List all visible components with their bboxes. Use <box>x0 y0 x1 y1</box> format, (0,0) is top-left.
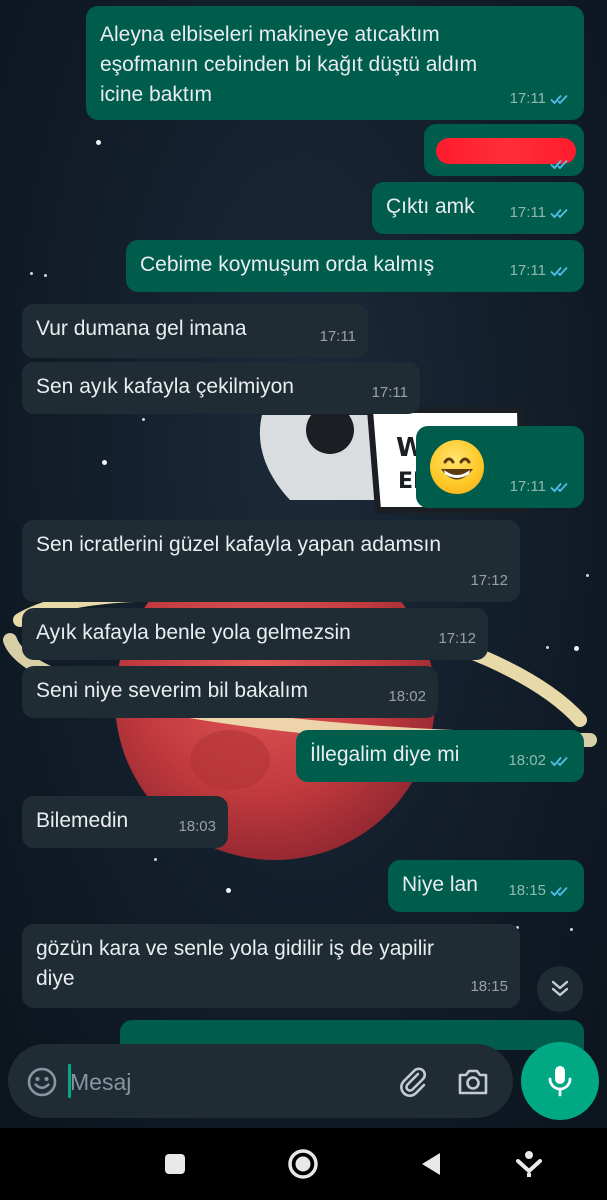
message-text: Niye lan <box>402 873 478 896</box>
message-text: Ayık kafayla benle yola gelmezsin <box>36 621 351 644</box>
message-meta: 17:11 <box>510 198 572 228</box>
home-icon <box>288 1149 318 1179</box>
camera-button[interactable] <box>452 1062 494 1102</box>
message-meta: 18:02 <box>388 682 426 712</box>
read-receipt-icon <box>550 208 568 219</box>
camera-icon <box>458 1069 488 1095</box>
message-time: 17:12 <box>438 630 476 647</box>
message-time: 17:12 <box>470 572 508 589</box>
message-text: İllegalim diye mi <box>310 743 460 766</box>
outgoing-message-emoji[interactable]: 17:11 <box>416 426 584 508</box>
message-text: Cebime koymuşum orda kalmış <box>140 253 435 276</box>
text-cursor <box>68 1064 71 1098</box>
message-text: Sen icratlerini güzel kafayla yapan adam… <box>36 533 442 556</box>
incoming-message[interactable]: Sen ayık kafayla çekilmiyon 17:11 <box>22 362 420 414</box>
message-input[interactable] <box>70 1062 370 1102</box>
assistant-button[interactable] <box>508 1144 550 1184</box>
message-text: Vur dumana gel imana <box>36 317 247 340</box>
message-meta: 18:02 <box>508 746 572 776</box>
read-receipt-icon <box>550 266 568 277</box>
incoming-message[interactable]: Vur dumana gel imana 17:11 <box>22 304 368 358</box>
message-text: gözün kara ve senle yola gidilir iş de y… <box>36 937 435 990</box>
outgoing-message[interactable]: Cebime koymuşum orda kalmış 17:11 <box>126 240 584 292</box>
message-time: 17:11 <box>509 478 546 495</box>
back-button[interactable] <box>412 1146 450 1182</box>
read-receipt-icon <box>550 94 568 105</box>
emoji-icon <box>27 1067 57 1097</box>
message-time: 18:02 <box>388 688 426 705</box>
voice-message-button[interactable] <box>521 1042 599 1120</box>
read-receipt-icon <box>550 159 568 170</box>
message-meta: 17:11 <box>372 378 408 408</box>
read-receipt-icon <box>550 482 568 493</box>
message-time: 18:03 <box>178 818 216 835</box>
emoji-button[interactable] <box>22 1062 62 1102</box>
message-text: Bilemedin <box>36 809 129 832</box>
message-meta: 17:12 <box>470 566 508 596</box>
double-chevron-down-icon <box>551 980 569 997</box>
message-meta <box>546 158 572 170</box>
assistant-icon <box>516 1151 542 1177</box>
message-time: 18:02 <box>508 752 546 769</box>
message-text: Aleyna elbiseleri makineye atıcaktım eşo… <box>100 23 478 106</box>
message-text: Seni niye severim bil bakalım <box>36 679 308 702</box>
paperclip-icon <box>400 1067 426 1097</box>
message-meta: 17:11 <box>510 256 572 286</box>
recent-apps-button[interactable] <box>156 1146 194 1182</box>
message-time: 17:11 <box>319 328 356 345</box>
scroll-to-bottom-button[interactable] <box>537 966 583 1012</box>
grinning-face-emoji-icon <box>430 440 484 494</box>
message-meta: 18:15 <box>470 972 508 1002</box>
recent-apps-icon <box>165 1154 185 1174</box>
read-receipt-icon <box>550 756 568 767</box>
chat-message-list[interactable]: Aleyna elbiseleri makineye atıcaktım eşo… <box>0 0 607 1050</box>
message-text: Sen ayık kafayla çekilmiyon <box>36 375 294 398</box>
message-time: 18:15 <box>470 978 508 995</box>
message-meta: 17:11 <box>510 472 572 502</box>
read-receipt-icon <box>550 886 568 897</box>
message-time: 17:11 <box>509 262 546 279</box>
outgoing-message-redacted[interactable] <box>424 124 584 176</box>
incoming-message[interactable]: gözün kara ve senle yola gidilir iş de y… <box>22 924 520 1008</box>
incoming-message[interactable]: Ayık kafayla benle yola gelmezsin 17:12 <box>22 608 488 660</box>
outgoing-message[interactable]: Aleyna elbiseleri makineye atıcaktım eşo… <box>86 6 584 120</box>
message-meta: 17:12 <box>438 624 476 654</box>
outgoing-message[interactable]: İllegalim diye mi 18:02 <box>296 730 584 782</box>
incoming-message[interactable]: Sen icratlerini güzel kafayla yapan adam… <box>22 520 520 602</box>
message-text: Çıktı amk <box>386 195 475 218</box>
message-time: 17:11 <box>371 384 408 401</box>
message-time: 17:11 <box>509 90 546 107</box>
message-meta: 17:11 <box>320 322 356 352</box>
incoming-message[interactable]: Bilemedin 18:03 <box>22 796 228 848</box>
message-meta: 18:15 <box>508 876 572 906</box>
microphone-icon <box>548 1066 572 1097</box>
back-icon <box>422 1153 440 1175</box>
system-navigation-bar <box>0 1128 607 1200</box>
outgoing-message[interactable]: Çıktı amk 17:11 <box>372 182 584 234</box>
home-button[interactable] <box>282 1144 324 1184</box>
incoming-message[interactable]: Seni niye severim bil bakalım 18:02 <box>22 666 438 718</box>
message-time: 17:11 <box>509 204 546 221</box>
message-meta: 18:03 <box>178 812 216 842</box>
message-meta: 17:11 <box>510 84 572 114</box>
message-time: 18:15 <box>508 882 546 899</box>
attach-button[interactable] <box>392 1062 434 1102</box>
outgoing-message[interactable]: Niye lan 18:15 <box>388 860 584 912</box>
message-composer <box>8 1044 513 1118</box>
